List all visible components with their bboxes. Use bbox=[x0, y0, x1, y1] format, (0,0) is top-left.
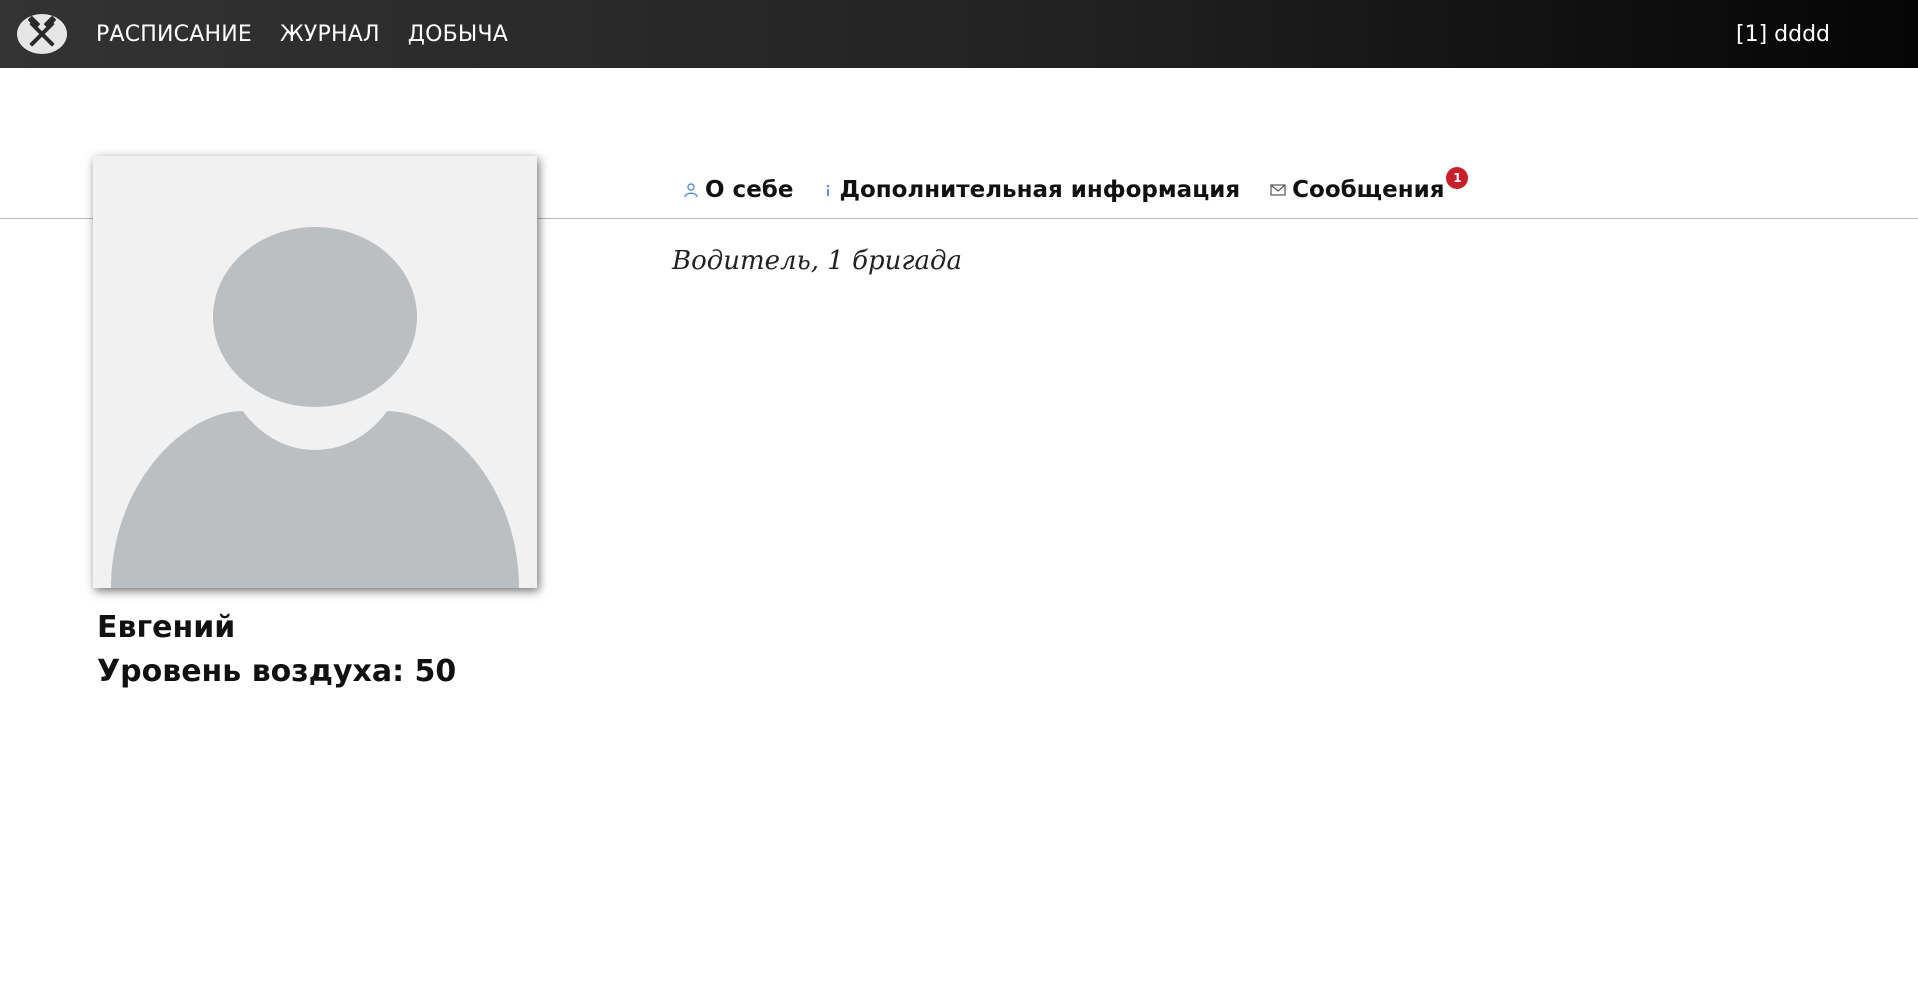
tab-messages-label: Сообщения bbox=[1292, 177, 1445, 203]
top-navbar: РАСПИСАНИЕ ЖУРНАЛ ДОБЫЧА [1] dddd bbox=[0, 0, 1918, 68]
tab-additional-info-label: Дополнительная информация bbox=[839, 177, 1241, 203]
nav-link-schedule[interactable]: РАСПИСАНИЕ bbox=[96, 22, 252, 47]
profile-description: Водитель, 1 бригада bbox=[672, 246, 962, 276]
info-icon bbox=[823, 182, 833, 198]
logo-crossed-hammers-icon[interactable] bbox=[17, 14, 67, 54]
nav-link-mining[interactable]: ДОБЫЧА bbox=[408, 22, 508, 47]
crossed-hammers-icon bbox=[28, 16, 56, 47]
profile-tabs: О себе Дополнительная информация Сообщен… bbox=[683, 167, 1474, 210]
nav-user-menu[interactable]: [1] dddd bbox=[1736, 0, 1830, 68]
envelope-icon bbox=[1270, 183, 1286, 197]
tab-additional-info[interactable]: Дополнительная информация bbox=[823, 177, 1240, 203]
profile-name: Евгений bbox=[97, 610, 236, 645]
messages-count-badge: 1 bbox=[1446, 167, 1469, 189]
profile-avatar bbox=[93, 156, 537, 588]
tab-about[interactable]: О себе bbox=[683, 177, 793, 203]
nav-links: РАСПИСАНИЕ ЖУРНАЛ ДОБЫЧА bbox=[96, 0, 536, 68]
tab-messages[interactable]: Сообщения 1 bbox=[1270, 167, 1469, 203]
default-user-avatar-icon bbox=[111, 227, 519, 588]
nav-link-journal[interactable]: ЖУРНАЛ bbox=[280, 22, 380, 47]
air-level-value: Уровень воздуха: 50 bbox=[97, 654, 457, 689]
user-icon bbox=[683, 182, 699, 198]
tab-about-label: О себе bbox=[705, 177, 794, 203]
